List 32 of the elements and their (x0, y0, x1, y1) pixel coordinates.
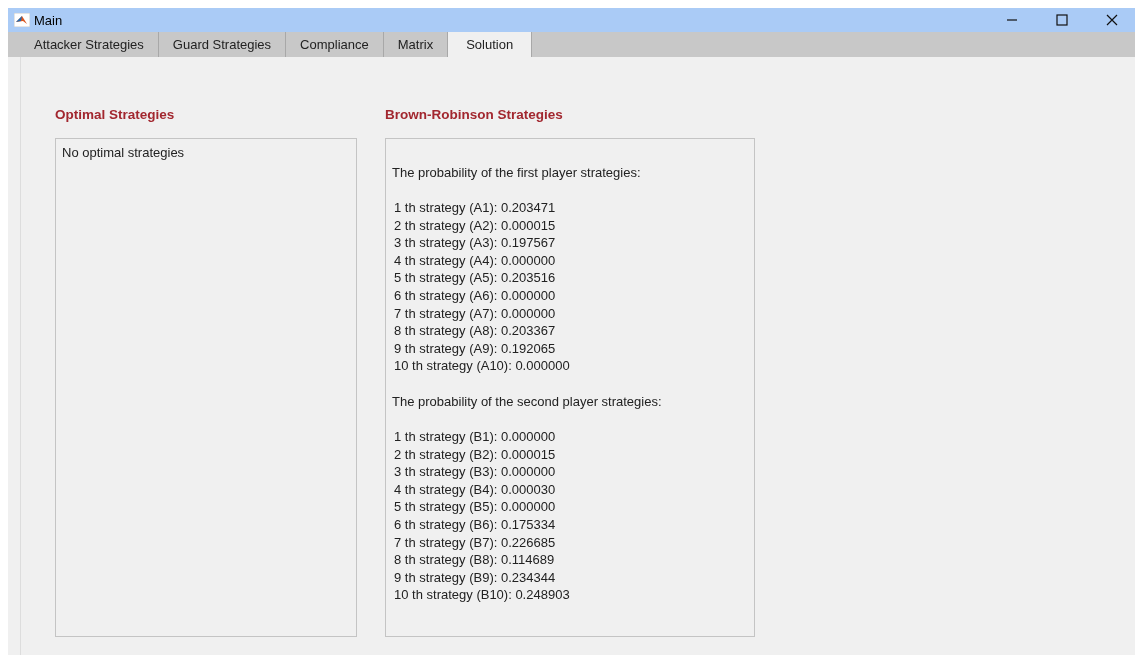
maximize-icon[interactable] (1056, 14, 1068, 26)
result-line: 7 th strategy (A7): 0.000000 (393, 304, 557, 323)
result-line: 4 th strategy (B4): 0.000030 (393, 480, 557, 499)
result-line: 1 th strategy (A1): 0.203471 (393, 199, 557, 217)
result-line: 10 th strategy (B10): 0.248903 (393, 586, 571, 604)
result-line: 9 th strategy (B9): 0.234344 (393, 568, 557, 587)
result-line: 5 th strategy (A5): 0.203516 (393, 269, 557, 287)
result-text: No optimal strategies (62, 145, 185, 160)
window-title: Main (34, 12, 63, 28)
result-line: 6 th strategy (B6): 0.175334 (393, 515, 557, 534)
result-line: 3 th strategy (A3): 0.197567 (393, 234, 557, 252)
section-title: The probability of the first player strategies: (392, 164, 642, 182)
text-area[interactable]: No optimal strategies (55, 138, 357, 637)
result-line: 9 th strategy (A9): 0.192065 (393, 339, 557, 358)
result-line: 10 th strategy (A10): 0.000000 (393, 357, 571, 375)
result-line: 8 th strategy (B8): 0.114689 (393, 551, 556, 569)
tab[interactable]: Solution (448, 32, 533, 57)
result-line: 5 th strategy (B5): 0.000000 (393, 498, 557, 516)
section-title: The probability of the second player strategies: (392, 392, 663, 411)
result-line: 4 th strategy (A4): 0.000000 (393, 251, 557, 270)
close-icon[interactable] (1106, 14, 1118, 26)
panel-heading: Optimal Strategies (55, 107, 176, 123)
panel-heading: Brown-Robinson Strategies (385, 107, 564, 123)
text-area[interactable] (385, 138, 755, 637)
result-line: 2 th strategy (B2): 0.000015 (393, 445, 557, 464)
result-line: 6 th strategy (A6): 0.000000 (393, 286, 557, 305)
result-line: 8 th strategy (A8): 0.203367 (393, 322, 557, 340)
app-icon (14, 13, 30, 27)
result-line: 1 th strategy (B1): 0.000000 (393, 427, 557, 446)
result-line: 3 th strategy (B3): 0.000000 (393, 463, 557, 481)
result-line: 2 th strategy (A2): 0.000015 (393, 216, 557, 235)
result-line: 7 th strategy (B7): 0.226685 (393, 533, 557, 552)
